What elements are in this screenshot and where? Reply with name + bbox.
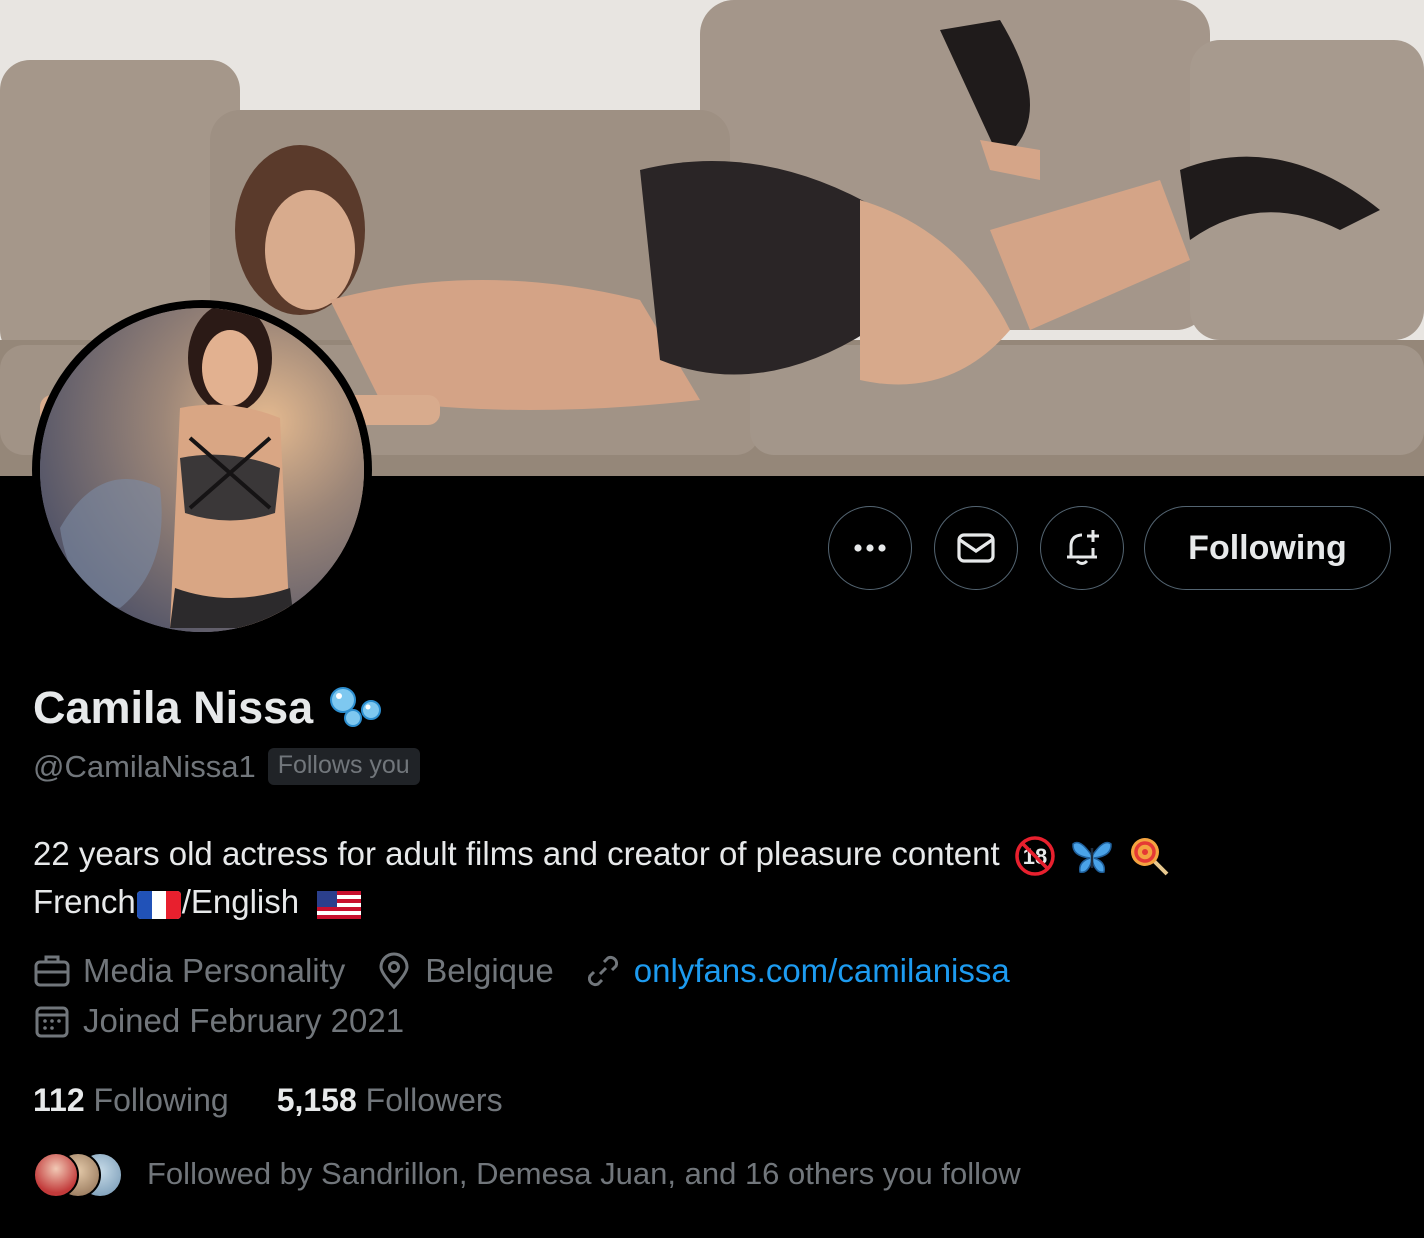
bio-text-2b: /English: [181, 883, 300, 921]
meta-website: onlyfans.com/camilanissa: [584, 952, 1010, 990]
mail-icon: [957, 533, 995, 563]
location-pin-icon: [379, 952, 409, 990]
profile-bio: 22 years old actress for adult films and…: [33, 830, 1171, 926]
website-link[interactable]: onlyfans.com/camilanissa: [634, 952, 1010, 990]
usa-flag-icon: [317, 890, 362, 919]
bell-plus-icon: [1067, 530, 1099, 565]
message-button[interactable]: [934, 506, 1018, 590]
mutual-avatar: [33, 1152, 79, 1198]
profile-avatar[interactable]: [32, 300, 372, 640]
calendar-icon: [35, 1006, 69, 1038]
bio-line-1: 22 years old actress for adult films and…: [33, 830, 1171, 878]
butterfly-emoji-icon: [1072, 842, 1112, 874]
profile-joined-row: Joined February 2021: [33, 1002, 434, 1040]
user-handle: @CamilaNissa1: [33, 748, 256, 784]
display-name: Camila Nissa: [33, 682, 385, 734]
meta-joined: Joined February 2021: [33, 1002, 404, 1040]
display-name-text: Camila Nissa: [33, 682, 314, 733]
following-label: Following: [93, 1082, 229, 1118]
bio-line-2: French /English: [33, 878, 1171, 926]
mutual-avatars: [33, 1152, 123, 1198]
notify-button[interactable]: [1040, 506, 1124, 590]
lollipop-emoji-icon: [1131, 838, 1169, 876]
avatar-image: [40, 308, 364, 632]
bio-text-1: 22 years old actress for adult films and…: [33, 835, 1000, 872]
bubbles-emoji-icon: [330, 687, 382, 727]
following-count: 112: [33, 1082, 85, 1118]
meta-location: Belgique: [375, 952, 554, 990]
link-icon: [587, 955, 618, 987]
no-under-18-emoji-icon: 18: [1015, 836, 1055, 877]
followed-by-text: Followed by Sandrillon, Demesa Juan, and…: [147, 1156, 1021, 1191]
followers-label: Followers: [365, 1082, 503, 1118]
more-icon: [854, 544, 886, 552]
followers-count: 5,158: [276, 1082, 357, 1118]
followed-by-row[interactable]: Followed by Sandrillon, Demesa Juan, and…: [33, 1152, 1021, 1198]
handle-row: @CamilaNissa1 Follows you: [33, 748, 420, 785]
followers-stat[interactable]: 5,158 Followers: [277, 1082, 503, 1119]
briefcase-icon: [34, 955, 70, 987]
profile-meta-row: Media Personality Belgique onlyfans.com/…: [33, 952, 1040, 990]
meta-category: Media Personality: [33, 952, 345, 990]
france-flag-icon: [136, 890, 181, 919]
location-text: Belgique: [425, 952, 554, 989]
follow-stats: 112 Following 5,158 Followers: [33, 1082, 551, 1119]
more-button[interactable]: [828, 506, 912, 590]
following-button[interactable]: Following: [1144, 506, 1391, 590]
following-stat[interactable]: 112 Following: [33, 1082, 229, 1119]
category-text: Media Personality: [83, 952, 346, 989]
bio-text-2a: French: [33, 883, 136, 921]
follows-you-badge: Follows you: [267, 748, 420, 785]
joined-text: Joined February 2021: [83, 1002, 405, 1039]
